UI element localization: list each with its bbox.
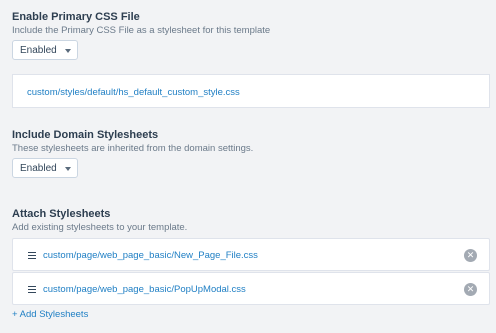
primary-css-title: Enable Primary CSS File: [12, 11, 140, 23]
domain-stylesheets-help: These stylesheets are inherited from the…: [12, 143, 254, 154]
stylesheet-row: custom/page/web_page_basic/New_Page_File…: [12, 238, 490, 271]
drag-handle-icon[interactable]: [28, 252, 36, 260]
stylesheet-link[interactable]: custom/page/web_page_basic/New_Page_File…: [43, 250, 258, 261]
close-icon[interactable]: ✕: [464, 249, 477, 262]
domain-stylesheets-select-value: Enabled: [20, 162, 57, 174]
stylesheet-link[interactable]: custom/page/web_page_basic/PopUpModal.cs…: [43, 284, 246, 295]
primary-css-file-panel: custom/styles/default/hs_default_custom_…: [12, 74, 490, 108]
attach-stylesheets-title: Attach Stylesheets: [12, 208, 111, 220]
chevron-down-icon: [65, 49, 71, 53]
domain-stylesheets-select[interactable]: Enabled: [12, 158, 78, 178]
drag-handle-icon[interactable]: [28, 286, 36, 294]
primary-css-select-value: Enabled: [20, 44, 57, 56]
primary-css-select[interactable]: Enabled: [12, 40, 78, 60]
stylesheet-row: custom/page/web_page_basic/PopUpModal.cs…: [12, 272, 490, 305]
close-icon[interactable]: ✕: [464, 283, 477, 296]
add-stylesheets-link[interactable]: + Add Stylesheets: [12, 309, 88, 320]
chevron-down-icon: [65, 167, 71, 171]
primary-css-help: Include the Primary CSS File as a styles…: [12, 25, 271, 36]
attach-stylesheets-help: Add existing stylesheets to your templat…: [12, 222, 188, 233]
primary-css-file-link[interactable]: custom/styles/default/hs_default_custom_…: [27, 87, 240, 98]
domain-stylesheets-title: Include Domain Stylesheets: [12, 129, 159, 141]
